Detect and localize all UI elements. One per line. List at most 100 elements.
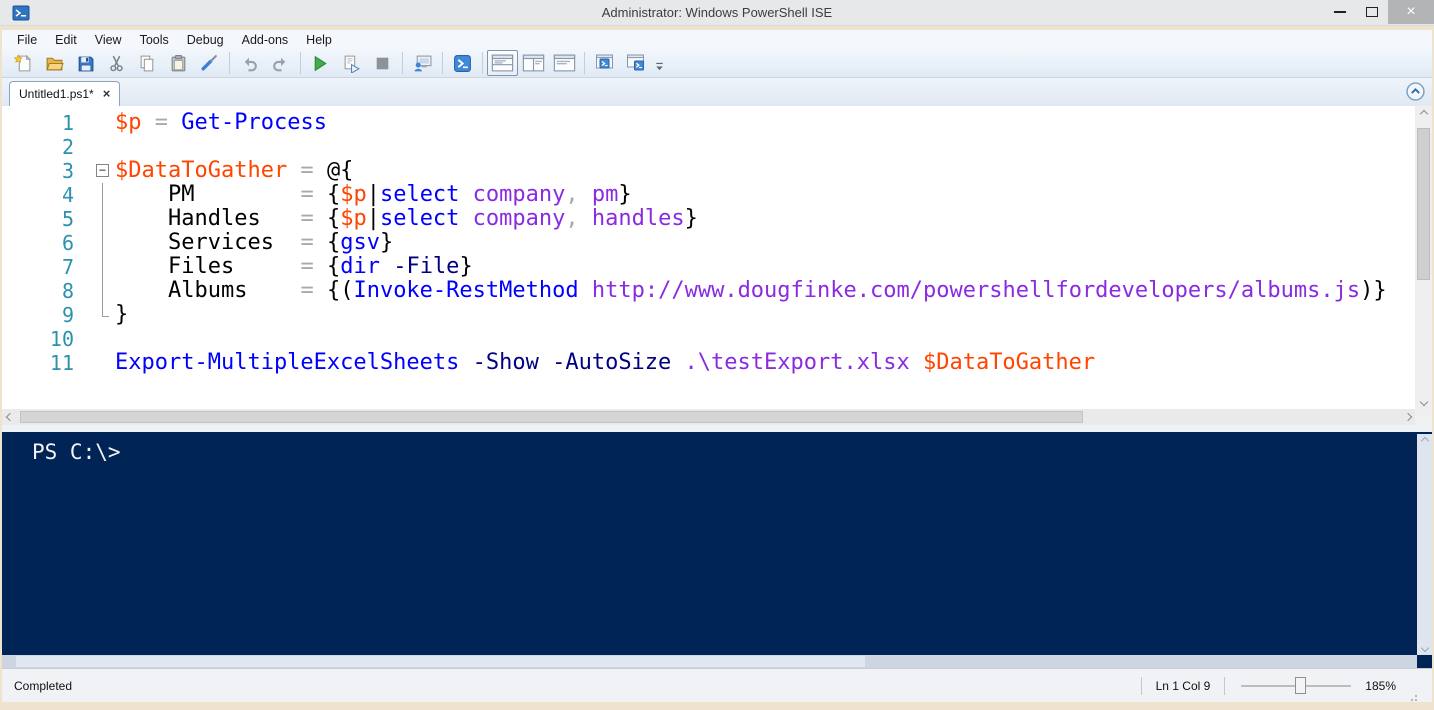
code-text: } [115,303,128,327]
open-script-button[interactable] [39,50,70,76]
editor-vertical-scrollbar[interactable] [1415,106,1432,409]
copy-icon [138,54,157,73]
new-powershell-tab-icon [593,54,616,72]
line-number: 9 [2,303,80,327]
menu-file[interactable]: File [8,31,46,49]
menu-view[interactable]: View [86,31,131,49]
scroll-down-arrow-icon[interactable] [1415,394,1432,409]
show-script-pane-top-button[interactable] [487,50,518,76]
pane-splitter[interactable] [2,425,1432,432]
collapse-script-pane-button[interactable] [1406,82,1425,101]
paste-button[interactable] [163,50,194,76]
copy-button[interactable] [132,50,163,76]
code-line: 4 PM = {$p|select company, pm} [2,183,1415,207]
menu-addons[interactable]: Add-ons [233,31,298,49]
editor-horizontal-scrollbar[interactable] [2,409,1415,425]
status-separator [1141,677,1142,695]
powershell-ise-window: Administrator: Windows PowerShell ISE × … [0,0,1434,710]
line-number: 8 [2,279,80,303]
toolbar-separator [442,52,443,74]
close-icon: × [1406,4,1415,20]
tab-label: Untitled1.ps1* [19,87,94,101]
menu-tools[interactable]: Tools [131,31,178,49]
show-script-pane-right-button[interactable] [518,50,549,76]
maximize-icon [1366,7,1378,17]
tab-close-icon[interactable]: × [103,88,111,100]
new-remote-powershell-tab-icon [413,54,432,73]
undo-button[interactable] [234,50,265,76]
line-number: 5 [2,207,80,231]
new-powershell-tab-button[interactable] [589,50,620,76]
vertical-scroll-thumb[interactable] [1417,128,1430,280]
toolbar-overflow-button[interactable] [651,50,668,76]
code-line: 1$p = Get-Process [2,111,1415,135]
line-number: 11 [2,351,80,375]
toolbar-separator [300,52,301,74]
show-script-pane-maximized-button[interactable] [549,50,580,76]
new-remote-powershell-tab-button[interactable] [407,50,438,76]
code-text: Handles = {$p|select company, handles} [115,207,698,231]
minimize-button[interactable] [1324,1,1356,23]
horizontal-scroll-thumb[interactable] [20,411,1083,423]
resize-grip[interactable] [1410,692,1420,702]
open-script-icon [45,54,64,73]
code-text: Albums = {(Invoke-RestMethod http://www.… [115,279,1387,303]
stop-operation-button[interactable] [367,50,398,76]
show-script-pane-top-icon [491,54,514,72]
toolbar-overflow-icon [654,54,665,73]
clear-console-pane-button[interactable] [194,50,225,76]
cut-button[interactable] [101,50,132,76]
menu-edit[interactable]: Edit [46,31,86,49]
fold-line [102,207,103,231]
scroll-up-arrow-icon[interactable] [1415,106,1432,121]
zoom-slider-thumb[interactable] [1295,677,1306,694]
fold-margin [80,279,115,303]
new-script-button[interactable] [8,50,39,76]
fold-margin [80,327,115,351]
line-number: 10 [2,327,80,351]
console-horizontal-scroll-thumb[interactable] [16,656,865,667]
show-powershell-console-icon [624,54,647,72]
zoom-slider[interactable] [1241,676,1351,696]
console-horizontal-scrollbar[interactable] [2,655,1417,668]
line-number: 4 [2,183,80,207]
code-line: 3−$DataToGather = @{ [2,159,1415,183]
redo-button[interactable] [265,50,296,76]
start-powershell-exe-button[interactable] [447,50,478,76]
status-separator [1224,677,1225,695]
new-script-icon [14,54,33,73]
maximize-button[interactable] [1356,1,1388,23]
run-script-button[interactable] [305,50,336,76]
console-scroll-up-icon[interactable] [1417,434,1432,448]
scroll-right-arrow-icon[interactable] [1400,409,1415,425]
console-pane[interactable]: PS C:\> [2,432,1432,668]
fold-line [102,279,103,303]
script-editor-pane[interactable]: 1$p = Get-Process23−$DataToGather = @{4 … [2,106,1432,425]
toolbar-separator [482,52,483,74]
code-line: 6 Services = {gsv} [2,231,1415,255]
console-scroll-down-icon[interactable] [1417,641,1432,655]
console-vertical-scrollbar[interactable] [1417,434,1432,655]
close-button[interactable]: × [1388,0,1434,24]
save-script-button[interactable] [70,50,101,76]
code-area[interactable]: 1$p = Get-Process23−$DataToGather = @{4 … [2,106,1415,409]
fold-collapse-icon[interactable]: − [96,164,109,177]
code-line: 9} [2,303,1415,327]
code-text: $DataToGather = @{ [115,159,353,183]
fold-line [102,255,103,279]
scroll-left-arrow-icon[interactable] [2,409,17,425]
toolbar-separator [402,52,403,74]
code-text: PM = {$p|select company, pm} [115,183,632,207]
menu-debug[interactable]: Debug [178,31,233,49]
tab-untitled1[interactable]: Untitled1.ps1* × [9,81,120,106]
show-powershell-console-button[interactable] [620,50,651,76]
line-number: 7 [2,255,80,279]
code-line: 2 [2,135,1415,159]
cut-icon [107,54,126,73]
undo-icon [240,54,259,73]
run-selection-button[interactable] [336,50,367,76]
menu-help[interactable]: Help [297,31,341,49]
show-script-pane-maximized-icon [553,54,576,72]
status-bar: Completed Ln 1 Col 9 185% [2,668,1432,702]
run-script-icon [311,54,330,73]
